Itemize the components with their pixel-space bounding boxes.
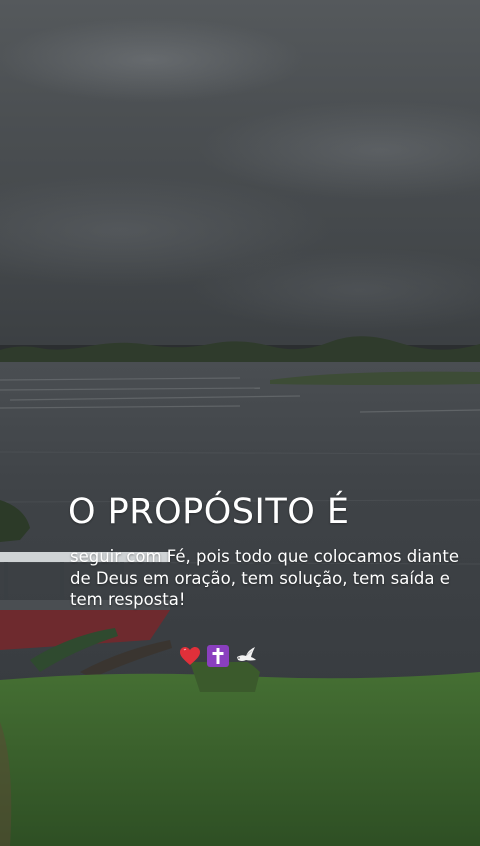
latin-cross-icon (207, 645, 229, 667)
red-heart-icon (180, 647, 200, 665)
body-text: seguir com Fé, pois todo que colocamos d… (70, 547, 459, 609)
headline: O PROPÓSITO É (68, 492, 350, 532)
dove-icon (237, 647, 256, 661)
cloudy-sky (0, 0, 480, 345)
photo-background: O PROPÓSITO É seguir com Fé, pois todo q… (0, 0, 480, 846)
emoji-row (178, 644, 258, 668)
grassy-bank (0, 662, 480, 846)
